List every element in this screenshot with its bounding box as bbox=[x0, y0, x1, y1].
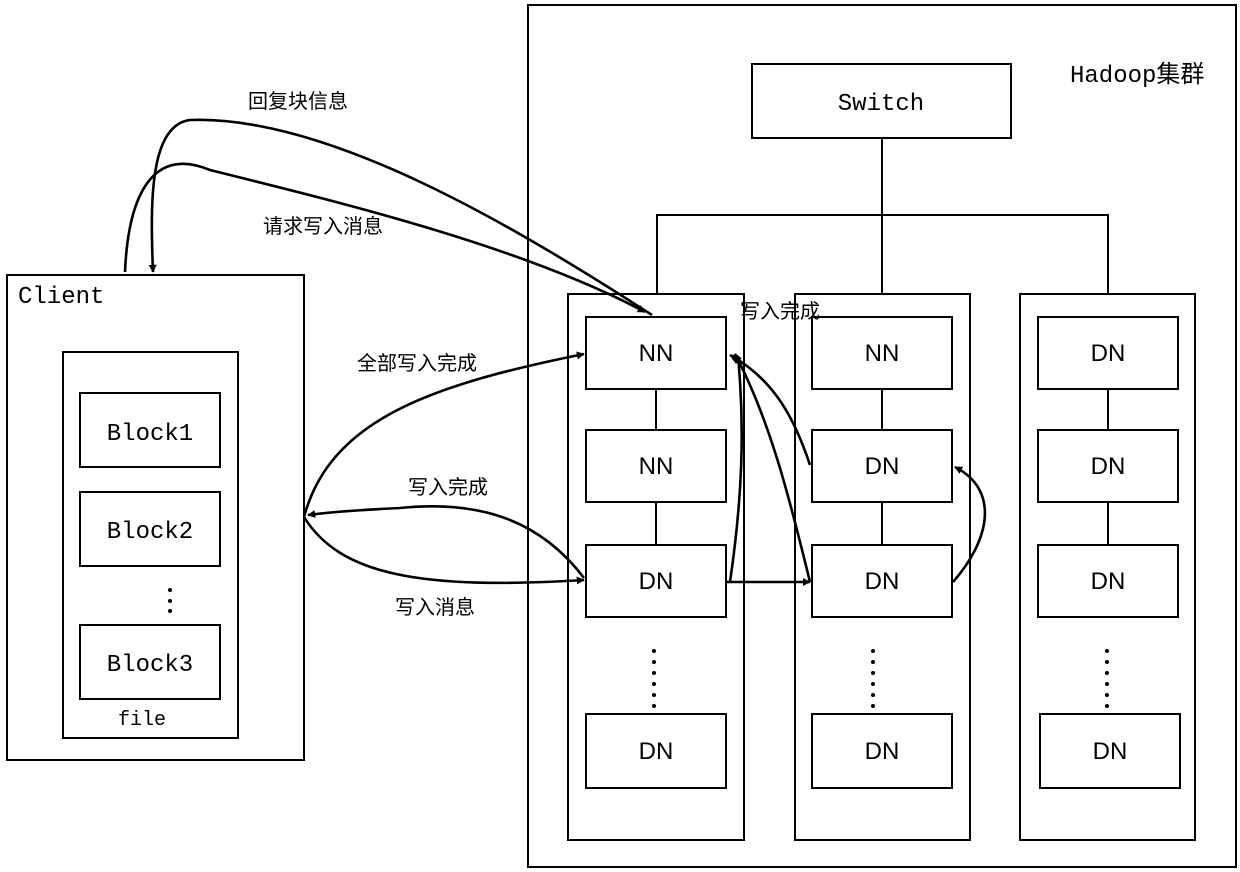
label-all-write-complete: 全部写入完成 bbox=[357, 351, 477, 375]
block-2: Block2 bbox=[79, 491, 221, 567]
block-label: Block3 bbox=[107, 652, 193, 679]
label-reply-block-info: 回复块信息 bbox=[248, 89, 348, 113]
hdfs-write-diagram: Hadoop集群 Switch NN NN DN DN NN DN DN DN … bbox=[6, 4, 1237, 868]
rack3-node-1: DN bbox=[1037, 316, 1179, 390]
rack3-node-2: DN bbox=[1037, 429, 1179, 503]
node-label: DN bbox=[865, 568, 900, 595]
node-label: DN bbox=[1091, 340, 1126, 367]
rack2-node-3: DN bbox=[811, 544, 953, 618]
rack3-node-3: DN bbox=[1037, 544, 1179, 618]
node-label: DN bbox=[639, 738, 674, 765]
label-request-write: 请求写入消息 bbox=[263, 214, 383, 238]
rack1-node-2: NN bbox=[585, 429, 727, 503]
block-label: Block1 bbox=[107, 421, 193, 448]
rack1-node-1: NN bbox=[585, 316, 727, 390]
switch-label: Switch bbox=[838, 91, 924, 118]
node-label: NN bbox=[639, 453, 674, 480]
node-label: DN bbox=[1093, 738, 1128, 765]
node-label: NN bbox=[639, 340, 674, 367]
rack3-node-4: DN bbox=[1039, 713, 1181, 789]
node-label: DN bbox=[1091, 568, 1126, 595]
block-3: Block3 bbox=[79, 624, 221, 700]
rack2-node-1: NN bbox=[811, 316, 953, 390]
node-label: DN bbox=[639, 568, 674, 595]
label-write-complete-top: 写入完成 bbox=[740, 299, 820, 323]
rack2-node-2: DN bbox=[811, 429, 953, 503]
node-label: DN bbox=[865, 738, 900, 765]
block-label: Block2 bbox=[107, 519, 193, 546]
node-label: NN bbox=[865, 340, 900, 367]
rack1-node-4: DN bbox=[585, 713, 727, 789]
node-label: DN bbox=[1091, 453, 1126, 480]
cluster-title: Hadoop集群 bbox=[1070, 61, 1204, 90]
label-write-message: 写入消息 bbox=[395, 595, 475, 619]
file-label: file bbox=[118, 709, 166, 732]
client-title: Client bbox=[18, 284, 104, 311]
block-1: Block1 bbox=[79, 392, 221, 468]
rack1-node-3: DN bbox=[585, 544, 727, 618]
rack2-node-4: DN bbox=[811, 713, 953, 789]
node-label: DN bbox=[865, 453, 900, 480]
label-write-complete: 写入完成 bbox=[408, 475, 488, 499]
